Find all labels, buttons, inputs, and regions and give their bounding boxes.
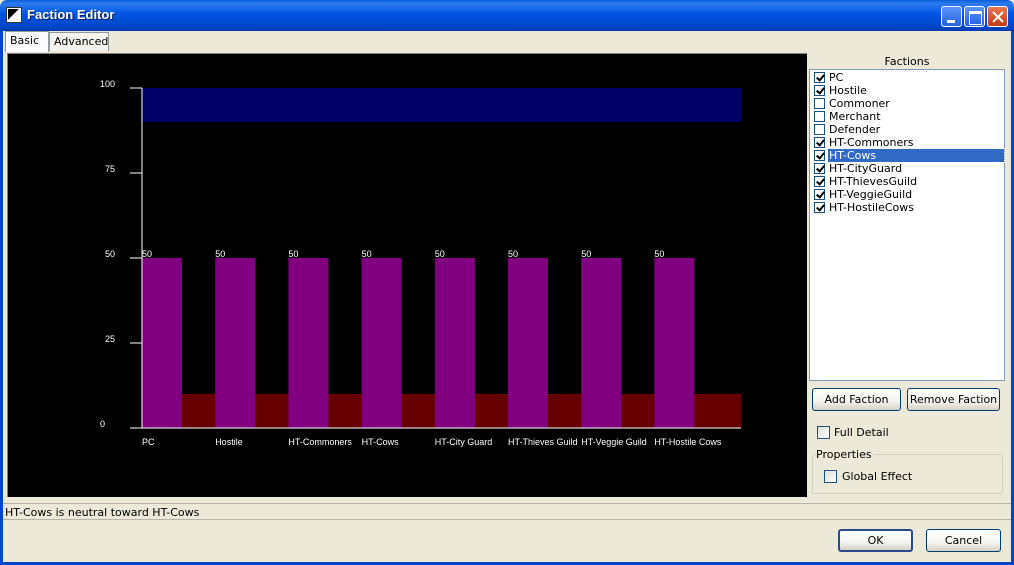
window-title: Faction Editor — [27, 7, 115, 22]
bar-value-label: 50 — [654, 249, 664, 259]
chart-bar — [434, 258, 475, 428]
bar-value-label: 50 — [435, 249, 445, 259]
title-bar[interactable]: Faction Editor — [0, 0, 1014, 31]
maximize-icon[interactable] — [964, 6, 985, 27]
faction-label: HT-CityGuard — [829, 162, 903, 175]
faction-label: Defender — [829, 123, 881, 136]
faction-list-item[interactable]: Hostile — [812, 84, 1004, 97]
faction-list-item[interactable]: HT-CityGuard — [812, 162, 1004, 175]
bar-value-label: 50 — [362, 249, 372, 259]
faction-label: HT-ThievesGuild — [829, 175, 918, 188]
faction-checkbox[interactable] — [814, 111, 825, 122]
remove-faction-button[interactable]: Remove Faction — [907, 388, 1000, 411]
faction-list-item[interactable]: PC — [812, 71, 1004, 84]
faction-label: HT-HostileCows — [829, 201, 915, 214]
faction-checkbox[interactable] — [814, 150, 825, 161]
chart-bar — [142, 258, 182, 428]
faction-checkbox[interactable] — [814, 98, 825, 109]
faction-label: HT-Cows — [827, 148, 1005, 163]
category-label: HT-Hostile Cows — [654, 437, 722, 447]
faction-list-item[interactable]: HT-Commoners — [812, 136, 1004, 149]
faction-list-item[interactable]: HT-ThievesGuild — [812, 175, 1004, 188]
faction-label: PC — [829, 71, 844, 84]
full-detail-checkbox[interactable] — [817, 426, 830, 439]
bar-value-label: 50 — [142, 249, 152, 259]
faction-label: Commoner — [829, 97, 890, 110]
faction-checkbox[interactable] — [814, 137, 825, 148]
bar-value-label: 50 — [581, 249, 591, 259]
chart-bar — [581, 258, 622, 428]
bar-value-label: 50 — [215, 249, 225, 259]
minimize-icon[interactable] — [941, 6, 962, 27]
faction-label: Merchant — [829, 110, 881, 123]
status-text: HT-Cows is neutral toward HT-Cows — [5, 506, 200, 519]
threshold-band — [142, 88, 741, 122]
faction-list-item[interactable]: Merchant — [812, 110, 1004, 123]
window-frame-left — [0, 31, 3, 565]
faction-list-item[interactable]: HT-HostileCows — [812, 201, 1004, 214]
faction-label: HT-VeggieGuild — [829, 188, 913, 201]
faction-checkbox[interactable] — [814, 176, 825, 187]
faction-list-item[interactable]: HT-Cows — [812, 148, 1005, 163]
properties-title: Properties — [815, 448, 873, 461]
global-effect-label: Global Effect — [842, 470, 913, 483]
faction-label: Hostile — [829, 84, 867, 97]
faction-label: HT-Commoners — [829, 136, 914, 149]
faction-chart-panel: 50 PC 50 Hostile 50 HT-Commoners 50 HT-Cows 50 HT… — [7, 53, 807, 497]
faction-checkbox[interactable] — [814, 124, 825, 135]
chart-bar — [654, 258, 695, 428]
faction-list-item[interactable]: HT-VeggieGuild — [812, 188, 1004, 201]
app-icon[interactable] — [6, 7, 22, 23]
chart-bar — [288, 258, 329, 428]
add-faction-button[interactable]: Add Faction — [812, 388, 901, 411]
factions-list[interactable]: PC Hostile Commoner Merchant Defender HT-Comm… — [809, 69, 1005, 381]
status-bar: HT-Cows is neutral toward HT-Cows — [3, 503, 1011, 519]
y-tick-label: 25 — [105, 334, 115, 344]
chart-bar — [215, 258, 256, 428]
global-effect-checkbox[interactable] — [824, 470, 837, 483]
bar-value-label: 50 — [288, 249, 298, 259]
category-label: HT-City Guard — [435, 437, 493, 447]
bar-value-label: 50 — [508, 249, 518, 259]
faction-checkbox[interactable] — [814, 163, 825, 174]
faction-chart: 50 PC 50 Hostile 50 HT-Commoners 50 HT-Cows 50 HT… — [100, 79, 741, 447]
category-label: HT-Thieves Guild — [508, 437, 578, 447]
faction-checkbox[interactable] — [814, 202, 825, 213]
chart-bar — [361, 258, 402, 428]
faction-checkbox[interactable] — [814, 85, 825, 96]
tab-advanced[interactable]: Advanced — [49, 32, 109, 51]
faction-checkbox[interactable] — [814, 189, 825, 200]
category-label: PC — [142, 437, 155, 447]
y-tick-label: 0 — [100, 419, 105, 429]
y-tick-label: 100 — [100, 79, 115, 89]
category-label: HT-Veggie Guild — [581, 437, 647, 447]
category-label: HT-Cows — [362, 437, 400, 447]
tab-basic[interactable]: Basic — [5, 31, 49, 52]
cancel-button[interactable]: Cancel — [926, 529, 1001, 552]
ok-button[interactable]: OK — [838, 529, 913, 552]
y-tick-label: 50 — [105, 249, 115, 259]
full-detail-label: Full Detail — [834, 426, 889, 439]
y-tick-label: 75 — [105, 164, 115, 174]
status-separator — [3, 519, 1011, 520]
category-label: HT-Commoners — [288, 437, 352, 447]
faction-checkbox[interactable] — [814, 72, 825, 83]
faction-list-item[interactable]: Defender — [812, 123, 1004, 136]
chart-bar — [508, 258, 548, 428]
faction-list-item[interactable]: Commoner — [812, 97, 1004, 110]
factions-header: Factions — [884, 55, 930, 68]
close-icon[interactable] — [987, 6, 1008, 27]
category-label: Hostile — [215, 437, 243, 447]
